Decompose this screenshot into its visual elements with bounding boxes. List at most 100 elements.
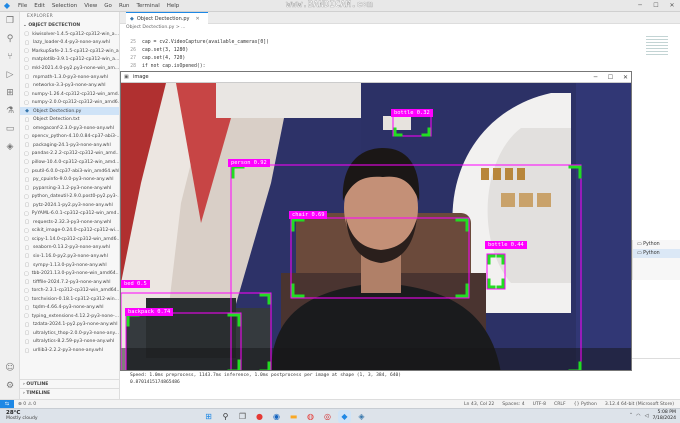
- close-icon[interactable]: ✕: [664, 0, 680, 12]
- file-item[interactable]: ▢ tqdm-4.66.4-py3-none-any.whl: [20, 304, 119, 313]
- file-item[interactable]: ▢ torch-2.3.1-cp312-cp312-win_amd64...: [20, 286, 119, 295]
- search-icon[interactable]: ⚲: [219, 410, 232, 423]
- file-item[interactable]: ◆ Object Dectection.py: [20, 106, 119, 116]
- source-control-icon[interactable]: ⑂: [0, 48, 20, 66]
- file-name: py_cpuinfo-9.0.0-py3-none-any.whl: [33, 177, 114, 183]
- image-window-titlebar[interactable]: ▣ image ─ ☐ ✕: [121, 72, 631, 83]
- file-explorer-icon[interactable]: ▬: [287, 410, 300, 423]
- file-icon: ▢: [24, 304, 30, 311]
- menu-file[interactable]: File: [18, 3, 27, 9]
- maximize-icon[interactable]: ☐: [603, 72, 618, 83]
- file-item[interactable]: ▢ MarkupSafe-2.1.5-cp312-cp312-win_a...: [20, 47, 119, 56]
- file-item[interactable]: ▢ packaging-24.1-py3-none-any.whl: [20, 141, 119, 150]
- close-icon[interactable]: ✕: [618, 72, 631, 83]
- app-icon[interactable]: ●: [253, 410, 266, 423]
- file-item[interactable]: ▢ pandas-2.2.2-cp312-cp312-win_amd...: [20, 150, 119, 159]
- file-item[interactable]: ▢ ultralytics_thop-2.0.0-py3-none-any...: [20, 329, 119, 338]
- minimap[interactable]: [646, 34, 668, 64]
- file-item[interactable]: ▢ kiwisolver-1.4.5-cp312-cp312-win_a...: [20, 30, 119, 39]
- file-item[interactable]: ▢ scipy-1.14.0-cp312-cp312-win_amd6...: [20, 235, 119, 244]
- gear-icon[interactable]: ⚙: [0, 377, 20, 395]
- file-item[interactable]: ▢ six-1.16.0-py2.py3-none-any.whl: [20, 252, 119, 261]
- maximize-icon[interactable]: ☐: [648, 0, 664, 12]
- detection-label-bed: bed 0.5: [121, 280, 150, 288]
- clock[interactable]: 5:08 PM 7/18/2024: [652, 410, 676, 422]
- file-item[interactable]: ▢ numpy-2.0.0-cp312-cp312-win_amd6...: [20, 98, 119, 107]
- menu-edit[interactable]: Edit: [34, 3, 45, 9]
- chevron-up-icon[interactable]: ˄: [630, 413, 633, 419]
- menu-help[interactable]: Help: [167, 3, 180, 9]
- file-item[interactable]: ▢ mpmath-1.3.0-py3-none-any.whl: [20, 73, 119, 82]
- file-item[interactable]: ▢ PyYAML-6.0.1-cp312-cp312-win_amd...: [20, 209, 119, 218]
- vscode-taskbar-icon[interactable]: ◆: [338, 410, 351, 423]
- account-icon[interactable]: ☺: [0, 359, 20, 377]
- file-icon: ▢: [24, 347, 30, 354]
- file-item[interactable]: ▢ tbb-2021.13.0-py3-none-win_amd64...: [20, 269, 119, 278]
- file-item[interactable]: ▢ pytz-2024.1-py2.py3-none-any.whl: [20, 201, 119, 210]
- search-icon[interactable]: ⚲: [0, 30, 20, 48]
- file-item[interactable]: ▢ networkx-3.3-py3-none-any.whl: [20, 81, 119, 90]
- terminal-python-item[interactable]: ▭ Python: [633, 249, 680, 258]
- file-icon: ▢: [24, 91, 29, 98]
- remote-explorer-icon[interactable]: ▭: [0, 120, 20, 138]
- file-item[interactable]: ▢ numpy-1.26.4-cp312-cp312-win_amd...: [20, 90, 119, 99]
- folder-header[interactable]: ⌄ OBJECT DECTECTION: [20, 22, 119, 30]
- minimize-icon[interactable]: ─: [588, 72, 603, 83]
- edge-icon[interactable]: ◉: [270, 410, 283, 423]
- python-icon[interactable]: ◈: [0, 138, 20, 156]
- testing-icon[interactable]: ⚗: [0, 102, 20, 120]
- volume-icon[interactable]: ◁: [645, 413, 649, 419]
- outline-section[interactable]: › OUTLINE: [20, 379, 119, 388]
- code-line: 26 cap.set(3, 1280): [120, 47, 188, 55]
- menu-go[interactable]: Go: [104, 3, 112, 9]
- file-item[interactable]: ▢ pyparsing-3.1.2-py3-none-any.whl: [20, 184, 119, 193]
- explorer-icon[interactable]: ❐: [0, 12, 20, 30]
- extensions-icon[interactable]: ⊞: [0, 84, 20, 102]
- windows-start-icon[interactable]: ⊞: [202, 410, 215, 423]
- file-item[interactable]: ▢ py_cpuinfo-9.0.0-py3-none-any.whl: [20, 175, 119, 184]
- editor-tabs: ◆ Object Dectection.py ✕: [120, 12, 680, 24]
- image-window-icon: ▣: [124, 74, 129, 80]
- file-item[interactable]: ▢ tzdata-2024.1-py2.py3-none-any.whl: [20, 321, 119, 330]
- file-icon: ▢: [24, 287, 29, 294]
- file-item[interactable]: ▢ pillow-10.4.0-cp312-cp312-win_amd...: [20, 158, 119, 167]
- file-item[interactable]: ▢ lazy_loader-0.4-py3-none-any.whl: [20, 39, 119, 48]
- task-view-icon[interactable]: ❐: [236, 410, 249, 423]
- file-item[interactable]: ▢ opencv_python-4.10.0.84-cp37-abi3-...: [20, 133, 119, 142]
- file-item[interactable]: ▢ matplotlib-3.9.1-cp312-cp312-win_a...: [20, 56, 119, 65]
- file-item[interactable]: ▢ Object Detection.txt: [20, 115, 119, 124]
- menu-selection[interactable]: Selection: [52, 3, 77, 9]
- file-item[interactable]: ▢ sympy-1.13.0-py3-none-any.whl: [20, 261, 119, 270]
- image-window[interactable]: ▣ image ─ ☐ ✕ bottle 0.32 person 0.92 ch…: [120, 71, 632, 371]
- menu-run[interactable]: Run: [119, 3, 130, 9]
- terminal-python-item[interactable]: ▭ Python: [633, 240, 680, 249]
- python-taskbar-icon[interactable]: ◈: [355, 410, 368, 423]
- file-item[interactable]: ▢ ultralytics-8.2.59-py3-none-any.whl: [20, 338, 119, 347]
- weather-widget[interactable]: 28°C Mostly cloudy: [6, 410, 38, 422]
- file-icon: ▢: [24, 125, 30, 132]
- timeline-section[interactable]: › TIMELINE: [20, 388, 119, 397]
- file-item[interactable]: ▢ psutil-6.0.0-cp37-abi3-win_amd64.whl: [20, 167, 119, 176]
- file-item[interactable]: ▢ omegaconf-2.3.0-py3-none-any.whl: [20, 124, 119, 133]
- tab-object-dectection[interactable]: ◆ Object Dectection.py ✕: [126, 12, 208, 24]
- file-item[interactable]: ▢ mkl-2021.4.0-py2.py3-none-win_am...: [20, 64, 119, 73]
- file-item[interactable]: ▢ requests-2.32.3-py3-none-any.whl: [20, 218, 119, 227]
- run-debug-icon[interactable]: ▷: [0, 66, 20, 84]
- wifi-icon[interactable]: ◠: [636, 413, 640, 419]
- menu-view[interactable]: View: [84, 3, 97, 9]
- bandicam-icon[interactable]: ◎: [321, 410, 334, 423]
- file-item[interactable]: ▢ torchvision-0.18.1-cp312-cp312-win...: [20, 295, 119, 304]
- file-item[interactable]: ▢ typing_extensions-4.12.2-py3-none-...: [20, 312, 119, 321]
- menu-terminal[interactable]: Terminal: [136, 3, 159, 9]
- breadcrumb[interactable]: Object Dectection.py > ...: [120, 24, 680, 32]
- chrome-icon[interactable]: ◍: [304, 410, 317, 423]
- file-item[interactable]: ▢ urllib3-2.2.2-py3-none-any.whl: [20, 346, 119, 355]
- title-bar: ◆ File Edit Selection View Go Run Termin…: [0, 0, 680, 12]
- file-item[interactable]: ▢ seaborn-0.13.2-py3-none-any.whl: [20, 244, 119, 253]
- file-item[interactable]: ▢ python_dateutil-2.9.0.post0-py2.py3-...: [20, 192, 119, 201]
- file-item[interactable]: ▢ tifffile-2024.7.2-py3-none-any.whl: [20, 278, 119, 287]
- folder-name: OBJECT DECTECTION: [28, 23, 81, 28]
- minimize-icon[interactable]: ─: [632, 0, 648, 12]
- file-item[interactable]: ▢ scikit_image-0.24.0-cp312-cp312-wi...: [20, 227, 119, 236]
- close-tab-icon[interactable]: ✕: [196, 16, 200, 22]
